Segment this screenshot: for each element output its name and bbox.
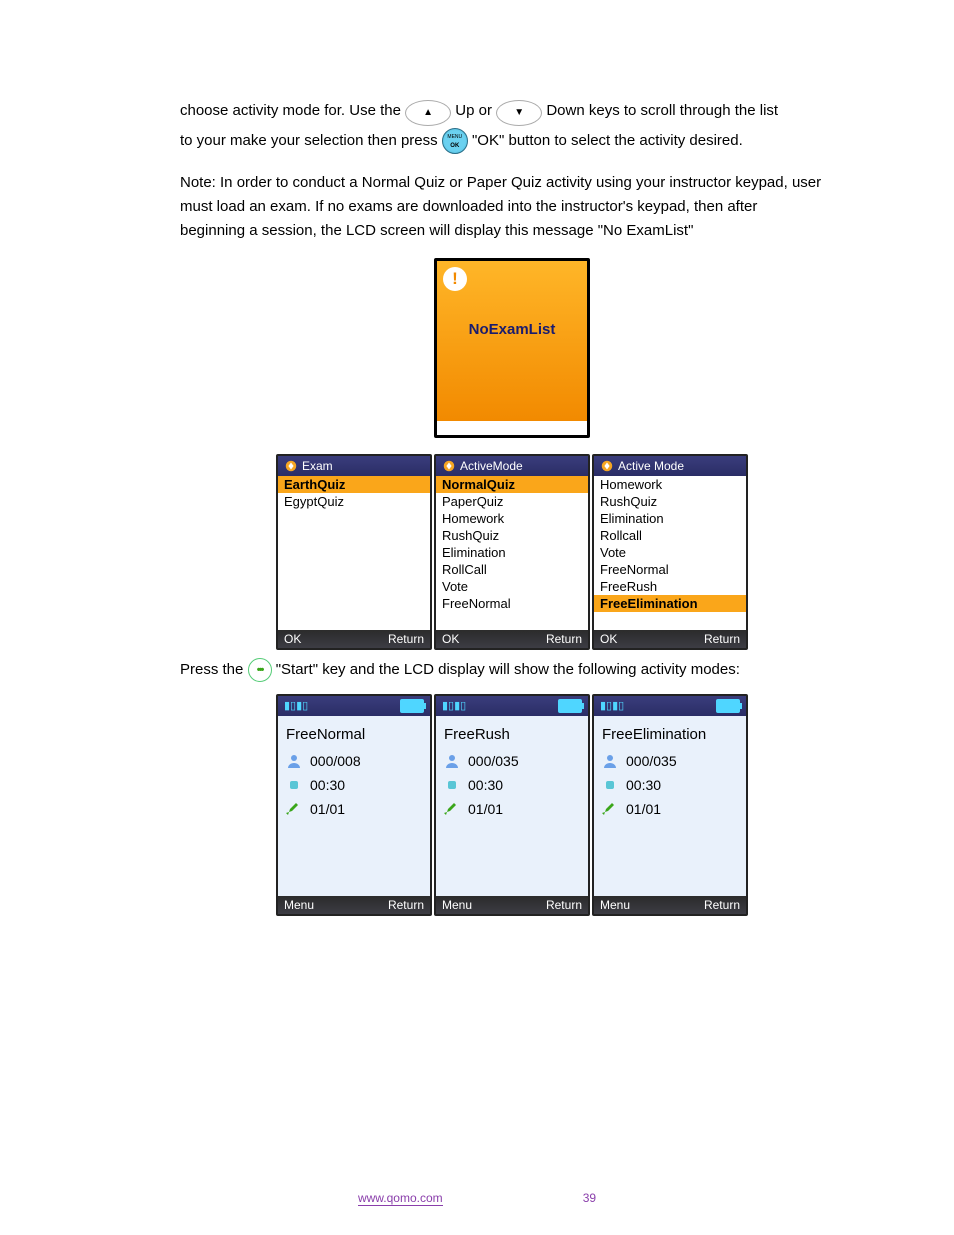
count: 000/035 [468,753,519,769]
free-screens-row: ▮▯▮▯ FreeNormal 000/008 00:30 01/01 Menu… [180,694,844,916]
list-item[interactable]: EgyptQuiz [278,493,430,510]
softkey-left[interactable]: Menu [442,898,472,912]
pen-icon [444,801,460,817]
list-item[interactable]: Vote [594,544,746,561]
clock-icon [444,777,460,793]
list-item[interactable]: Vote [436,578,588,595]
softkey-right[interactable]: Return [388,898,424,912]
note-line2: must load an exam. If no exams are downl… [180,196,844,218]
battery-icon [716,699,740,713]
header-icon [284,459,298,473]
battery-icon [400,699,424,713]
battery-icon [558,699,582,713]
screen-title: Active Mode [618,459,684,473]
list-item[interactable]: FreeNormal [594,561,746,578]
text: Down keys to scroll through the list [546,102,778,119]
list-item[interactable]: RushQuiz [436,527,588,544]
softkey-right[interactable]: Return [704,898,740,912]
list-item[interactable]: FreeElimination [594,595,746,612]
lcd-freenormal: ▮▯▮▯ FreeNormal 000/008 00:30 01/01 Menu… [276,694,432,916]
lcd-exam-list: Exam EarthQuizEgyptQuiz OK Return [276,454,432,650]
list-item[interactable]: RollCall [436,561,588,578]
text: choose activity mode for. Use the [180,102,405,119]
list-item[interactable]: Rollcall [594,527,746,544]
up-key-icon: ▲ [405,100,451,126]
list-item[interactable]: Homework [436,510,588,527]
text: to your make your selection then press [180,132,442,149]
count: 000/035 [626,753,677,769]
signal-icon: ▮▯▮▯ [284,699,308,712]
softkey-left[interactable]: Menu [600,898,630,912]
time: 00:30 [626,777,661,793]
lcd-noexamlist: ! NoExamList [434,258,590,438]
footer-link[interactable]: www.qomo.com [358,1191,443,1206]
signal-icon: ▮▯▮▯ [600,699,624,712]
user-icon [602,753,618,769]
softkey-right[interactable]: Return [388,632,424,646]
text: " button to select the activity desired. [499,132,743,149]
note-line1: Note: In order to conduct a Normal Quiz … [180,172,844,194]
lcd-active-mode-2: Active Mode HomeworkRushQuizEliminationR… [592,454,748,650]
list-item[interactable]: NormalQuiz [436,476,588,493]
signal-icon: ▮▯▮▯ [442,699,466,712]
softkey-right[interactable]: Return [546,632,582,646]
time: 00:30 [310,777,345,793]
count: 000/008 [310,753,361,769]
free-title: FreeElimination [602,726,738,743]
softkey-left[interactable]: OK [600,632,617,646]
ok-key-icon: MENUOK [442,128,468,154]
list-item[interactable]: PaperQuiz [436,493,588,510]
lcd-active-mode-1: ActiveMode NormalQuizPaperQuizHomeworkRu… [434,454,590,650]
progress: 01/01 [468,801,503,817]
lcd-freerush: ▮▯▮▯ FreeRush 000/035 00:30 01/01 Menu R… [434,694,590,916]
softkey-right[interactable]: Return [704,632,740,646]
list-item[interactable]: RushQuiz [594,493,746,510]
intro-line1: choose activity mode for. Use the ▲ Up o… [180,100,844,126]
list-item[interactable]: Elimination [436,544,588,561]
screen-title: Exam [302,459,333,473]
text: Up or [455,102,496,119]
progress: 01/01 [310,801,345,817]
lcd-freeelimination: ▮▯▮▯ FreeElimination 000/035 00:30 01/01… [592,694,748,916]
softkey-left[interactable]: Menu [284,898,314,912]
clock-icon [602,777,618,793]
note-line3: beginning a session, the LCD screen will… [180,220,844,242]
progress: 01/01 [626,801,661,817]
time: 00:30 [468,777,503,793]
free-title: FreeNormal [286,726,422,743]
intro-line2: to your make your selection then press M… [180,128,844,154]
list-item[interactable]: Elimination [594,510,746,527]
menu-screens-row: Exam EarthQuizEgyptQuiz OK Return Active… [180,454,844,650]
page-number: 39 [583,1191,596,1205]
list-item[interactable]: EarthQuiz [278,476,430,493]
pen-icon [286,801,302,817]
list-item[interactable]: Homework [594,476,746,493]
screen-title: ActiveMode [460,459,523,473]
user-icon [286,753,302,769]
free-title: FreeRush [444,726,580,743]
softkey-right[interactable]: Return [546,898,582,912]
user-icon [444,753,460,769]
page-footer: www.qomo.com 39 [0,1191,954,1205]
list-item[interactable]: FreeNormal [436,595,588,612]
warning-icon: ! [443,267,467,291]
header-icon [600,459,614,473]
softkey-left[interactable]: OK [284,632,301,646]
start-key-line: Press the ••• "Start" key and the LCD di… [180,658,844,682]
start-key-icon: ••• [248,658,272,682]
softkey-left[interactable]: OK [442,632,459,646]
text: OK [477,132,499,149]
noexam-text: NoExamList [437,321,587,338]
pen-icon [602,801,618,817]
list-item[interactable]: FreeRush [594,578,746,595]
header-icon [442,459,456,473]
down-key-icon: ▼ [496,100,542,126]
clock-icon [286,777,302,793]
